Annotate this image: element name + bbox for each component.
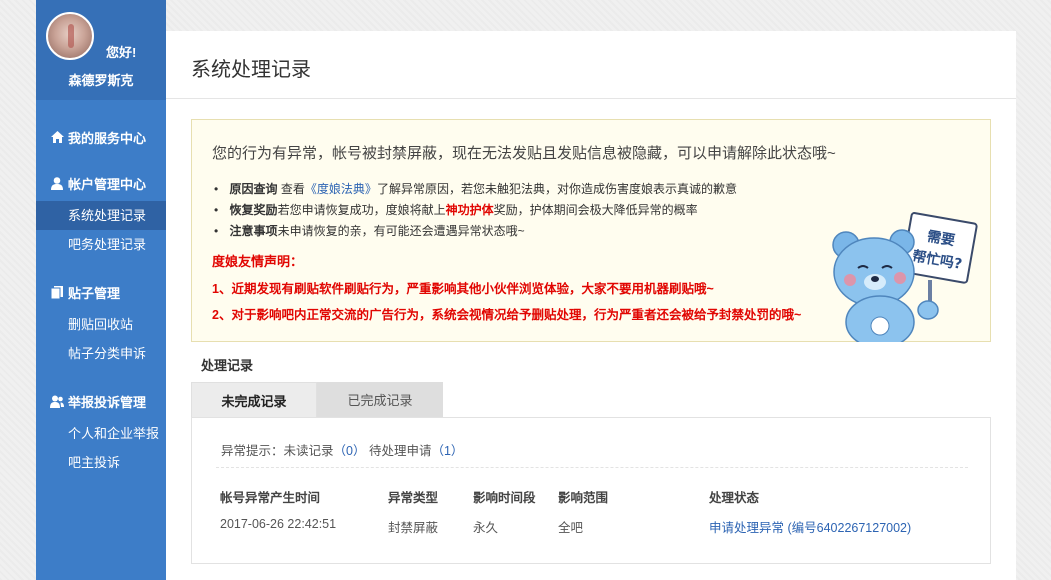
tab-unfinished[interactable]: 未完成记录 xyxy=(191,382,317,418)
nav-head-account[interactable]: 帐户管理中心 xyxy=(36,172,166,194)
nav-head-label: 我的服务中心 xyxy=(68,130,147,146)
nav-group-posts: 贴子管理 删贴回收站 帖子分类申诉 xyxy=(36,281,166,368)
nav-head-label: 举报投诉管理 xyxy=(68,394,147,410)
declaration-1: 1、近期发现有刷贴软件刷贴行为，严重影响其他小伙伴浏览体验，大家不要用机器刷贴哦… xyxy=(212,282,714,296)
exception-hint: 异常提示：未读记录（0） 待处理申请（1） xyxy=(221,440,463,459)
nav-head-posts[interactable]: 贴子管理 xyxy=(36,281,166,303)
bullet-label: 注意事项 xyxy=(229,224,278,238)
sidebar-item-owner-complaint[interactable]: 吧主投诉 xyxy=(36,448,166,477)
bullet-notes: 注意事项未申请恢复的亲，有可能还会遭遇异常状态哦~ xyxy=(214,221,737,242)
nav-head-service[interactable]: 我的服务中心 xyxy=(36,126,166,148)
bullet-label: 恢复奖励 xyxy=(229,203,278,217)
user-icon xyxy=(50,176,64,190)
bullet-text: 未申请恢复的亲，有可能还会遭遇异常状态哦~ xyxy=(277,224,525,238)
sidebar: 您好! 森德罗斯克 我的服务中心 帐户管理中心 系统处理记录 吧务处理记录 贴子… xyxy=(36,0,166,580)
greeting-text: 您好! xyxy=(106,45,137,60)
notice-bullets: 原因查询 查看《度娘法典》了解异常原因，若您未触犯法典，对你造成伤害度娘表示真诚… xyxy=(214,179,737,242)
help-mascot-icon[interactable]: 需要 帮忙吗? xyxy=(828,210,978,342)
main-panel: 系统处理记录 您的行为有异常，帐号被封禁屏蔽，现在无法发贴且发贴信息被隐藏，可以… xyxy=(166,31,1016,580)
avatar[interactable] xyxy=(46,12,94,60)
sidebar-item-system-records[interactable]: 系统处理记录 xyxy=(36,201,166,230)
document-icon xyxy=(50,285,64,299)
pending-count[interactable]: （1） xyxy=(431,444,463,458)
hint-prefix: 异常提示： xyxy=(221,444,284,458)
notice-box: 您的行为有异常，帐号被封禁屏蔽，现在无法发贴且发贴信息被隐藏，可以申请解除此状态… xyxy=(191,119,991,342)
records-tabs: 未完成记录 已完成记录 xyxy=(191,382,443,418)
title-divider xyxy=(166,98,1016,99)
nav-group-service: 我的服务中心 xyxy=(36,126,166,148)
nav-head-label: 贴子管理 xyxy=(68,285,121,301)
records-section-label: 处理记录 xyxy=(201,358,254,373)
nav-head-label: 帐户管理中心 xyxy=(68,176,147,192)
cell-type: 封禁屏蔽 xyxy=(388,521,439,535)
records-panel: 异常提示：未读记录（0） 待处理申请（1） 帐号异常产生时间 异常类型 影响时间… xyxy=(191,417,991,564)
sidebar-item-recycle-bin[interactable]: 删贴回收站 xyxy=(36,310,166,339)
declaration-2: 2、对于影响吧内正常交流的广告行为，系统会视情况给予删贴处理，行为严重者还会被给… xyxy=(212,308,802,322)
column-header: 处理状态 xyxy=(709,491,760,505)
page-title: 系统处理记录 xyxy=(191,59,311,81)
sidebar-item-enterprise-report[interactable]: 个人和企业举报 xyxy=(36,419,166,448)
users-icon xyxy=(50,394,64,408)
sidebar-item-bar-records[interactable]: 吧务处理记录 xyxy=(36,230,166,259)
nav-head-report[interactable]: 举报投诉管理 xyxy=(36,390,166,412)
bullet-text: 奖励，护体期间会极大降低异常的概率 xyxy=(493,203,698,217)
column-header: 影响时间段 xyxy=(473,491,536,505)
hint-pending-label: 待处理申请 xyxy=(368,444,432,458)
bullet-text: 了解异常原因，若您未触犯法典，对你造成伤害度娘表示真诚的歉意 xyxy=(376,182,737,196)
cell-scope: 全吧 xyxy=(558,521,584,535)
reward-highlight: 神功护体 xyxy=(445,203,494,217)
home-icon xyxy=(50,130,64,144)
bullet-reason: 原因查询 查看《度娘法典》了解异常原因，若您未触犯法典，对你造成伤害度娘表示真诚… xyxy=(214,179,737,200)
nav-group-report: 举报投诉管理 个人和企业举报 吧主投诉 xyxy=(36,390,166,477)
hint-unread-label: 未读记录 xyxy=(283,444,334,458)
column-header: 帐号异常产生时间 xyxy=(220,491,321,505)
bullet-text: 若您申请恢复成功，度娘将献上 xyxy=(277,203,446,217)
notice-title: 您的行为有异常，帐号被封禁屏蔽，现在无法发贴且发贴信息被隐藏，可以申请解除此状态… xyxy=(212,145,836,162)
tab-finished[interactable]: 已完成记录 xyxy=(317,382,443,418)
dashed-divider xyxy=(216,467,968,468)
bullet-text: 查看 xyxy=(280,182,305,196)
column-header: 异常类型 xyxy=(388,491,439,505)
username[interactable]: 森德罗斯克 xyxy=(36,70,166,89)
cell-duration: 永久 xyxy=(473,521,499,535)
column-header: 影响范围 xyxy=(558,491,609,505)
status-apply-link[interactable]: 申请处理异常 (编号6402267127002) xyxy=(709,517,911,536)
bullet-reward: 恢复奖励若您申请恢复成功，度娘将献上神功护体奖励，护体期间会极大降低异常的概率 xyxy=(214,200,737,221)
user-box: 您好! 森德罗斯克 xyxy=(36,0,166,100)
declaration-title: 度娘友情声明： xyxy=(212,254,304,269)
nav-group-account: 帐户管理中心 系统处理记录 吧务处理记录 xyxy=(36,172,166,259)
unread-count[interactable]: （0） xyxy=(334,444,366,458)
sidebar-item-category-appeal[interactable]: 帖子分类申诉 xyxy=(36,339,166,368)
law-link[interactable]: 《度娘法典》 xyxy=(305,182,377,196)
cell-time: 2017-06-26 22:42:51 xyxy=(220,517,337,531)
bullet-label: 原因查询 xyxy=(229,182,278,196)
